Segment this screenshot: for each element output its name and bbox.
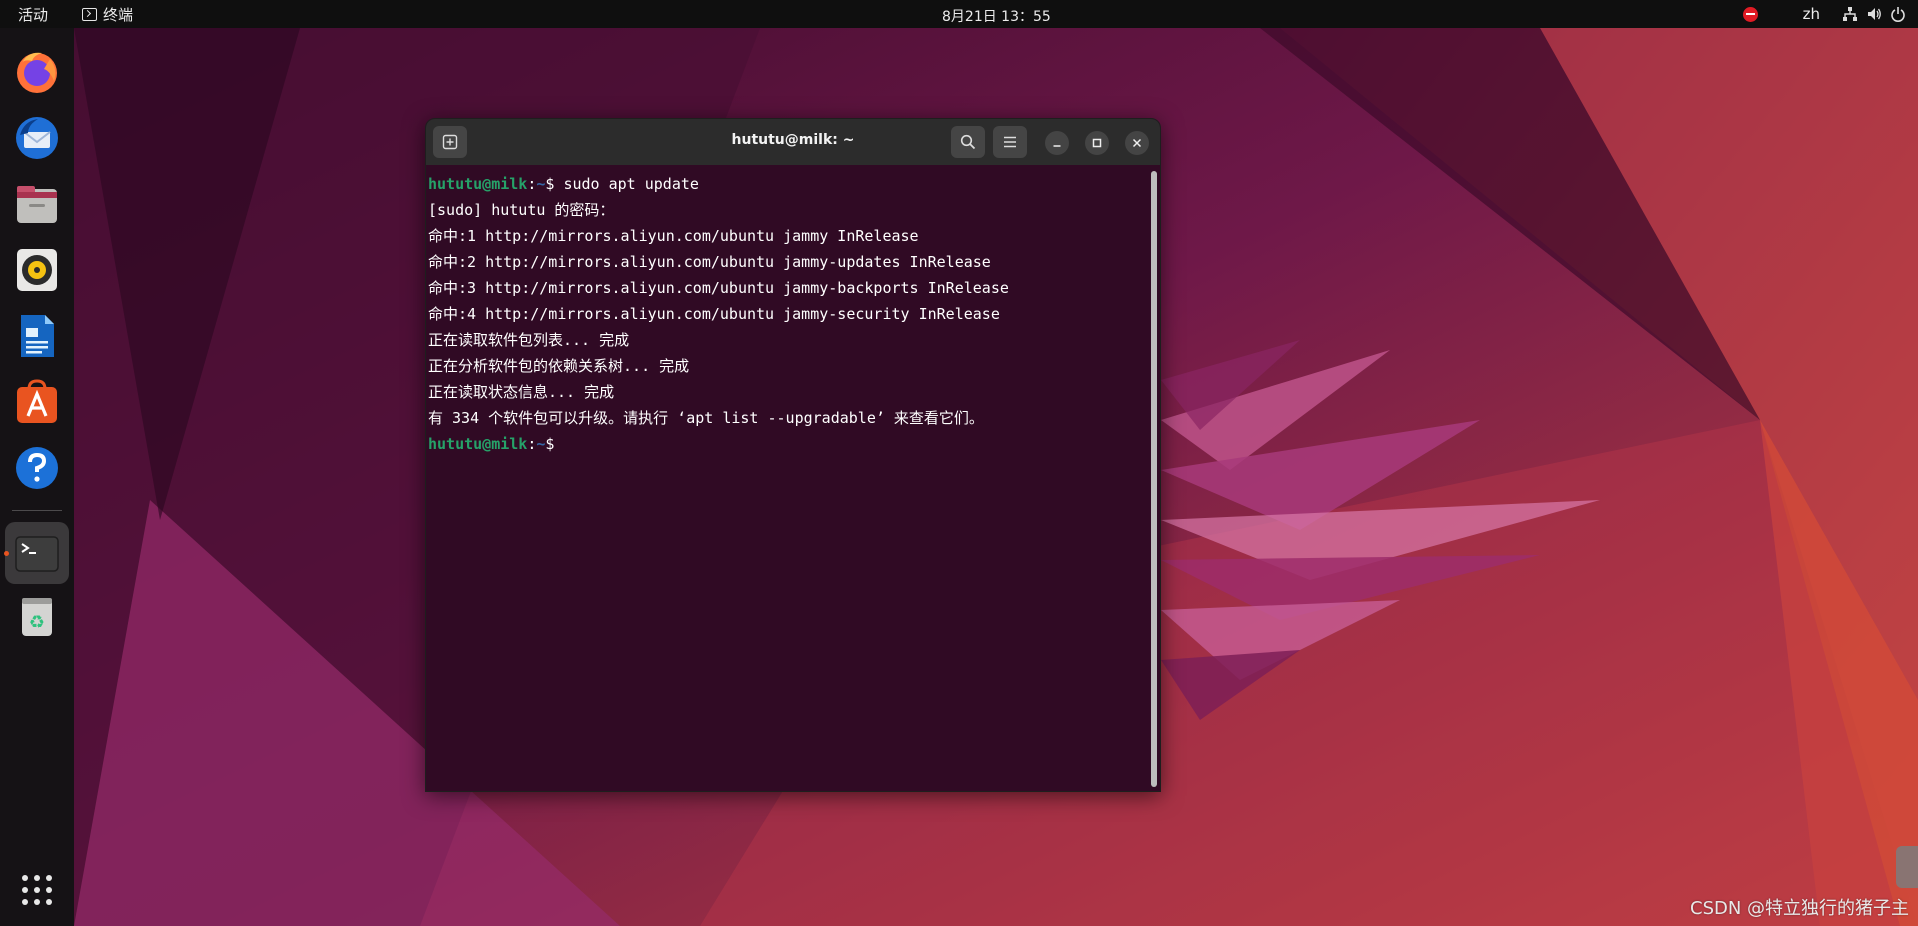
terminal-window[interactable]: hututu@milk: ~ hututu@milk:~$ sudo apt u… (425, 118, 1161, 792)
csdn-watermark: CSDN @特立独行的猪子主 (1690, 894, 1909, 920)
command-line: hututu@milk:~$ sudo apt update (428, 171, 1160, 197)
rhythmbox-icon (17, 249, 57, 291)
current-prompt-line[interactable]: hututu@milk:~$ (428, 431, 1160, 457)
app-grid-icon (22, 875, 52, 905)
watermark-tail: 主 (1891, 898, 1910, 919)
writer-icon (21, 315, 54, 357)
floating-widget[interactable] (1896, 846, 1918, 888)
maximize-button[interactable] (1085, 131, 1109, 155)
files-icon (17, 186, 57, 223)
terminal-titlebar[interactable]: hututu@milk: ~ (426, 119, 1160, 165)
close-icon (1132, 138, 1142, 148)
volume-icon[interactable] (1866, 0, 1882, 28)
minimize-button[interactable] (1045, 131, 1069, 155)
prompt-user: hututu@milk (428, 175, 528, 193)
output-line: 正在读取状态信息... 完成 (428, 383, 615, 401)
search-button[interactable] (951, 126, 985, 158)
input-method-indicator[interactable]: zh (1803, 0, 1820, 28)
output-line: 命中:4 http://mirrors.aliyun.com/ubuntu ja… (428, 305, 1000, 323)
dock-item-rhythmbox[interactable] (13, 246, 61, 294)
show-apps-button[interactable] (13, 866, 61, 914)
terminal-icon (82, 8, 97, 21)
app-menu-label: 终端 (103, 6, 134, 24)
output-line: 正在分析软件包的依赖关系树... 完成 (428, 357, 690, 375)
minimize-icon (1053, 145, 1061, 147)
power-icon[interactable] (1890, 0, 1906, 28)
network-icon[interactable] (1842, 0, 1858, 28)
trash-icon: ♻ (22, 598, 52, 636)
dock-item-help[interactable] (13, 444, 61, 492)
output-line: 命中:1 http://mirrors.aliyun.com/ubuntu ja… (428, 227, 919, 245)
prompt-user: hututu@milk (428, 435, 528, 453)
dock: ♻ (0, 28, 74, 926)
watermark-text: CSDN @特立独行的猪子 (1690, 898, 1892, 919)
top-panel: 活动 终端 8月21日 13：55 zh (0, 0, 1918, 28)
close-button[interactable] (1125, 131, 1149, 155)
dock-item-trash[interactable]: ♻ (13, 592, 61, 640)
terminal-icon (15, 536, 59, 572)
help-icon (16, 447, 58, 489)
terminal-scrollbar[interactable] (1151, 171, 1157, 787)
software-center-icon (17, 379, 57, 423)
menu-button[interactable] (993, 126, 1027, 158)
firefox-icon (17, 52, 57, 93)
output-line: 命中:2 http://mirrors.aliyun.com/ubuntu ja… (428, 253, 991, 271)
dock-separator (12, 510, 62, 511)
prompt-symbol: $ (545, 435, 555, 453)
maximize-icon (1092, 138, 1102, 148)
svg-text:♻: ♻ (29, 612, 45, 633)
output-line: [sudo] hututu 的密码： (428, 201, 615, 219)
dock-item-files[interactable] (13, 180, 61, 228)
dock-item-writer[interactable] (13, 312, 61, 360)
thunderbird-icon (16, 117, 58, 159)
search-icon (960, 134, 976, 150)
do-not-disturb-icon[interactable] (1743, 0, 1758, 28)
output-line: 命中:3 http://mirrors.aliyun.com/ubuntu ja… (428, 279, 1009, 297)
hamburger-menu-icon (1004, 136, 1016, 148)
clock[interactable]: 8月21日 13：55 (942, 6, 1051, 26)
output-line: 有 334 个软件包可以升级。请执行 ‘apt list --upgradabl… (428, 409, 984, 427)
app-menu[interactable]: 终端 (82, 4, 133, 25)
output-line: 正在读取软件包列表... 完成 (428, 331, 630, 349)
dock-item-thunderbird[interactable] (13, 114, 61, 162)
activities-button[interactable]: 活动 (18, 4, 48, 25)
running-indicator (4, 551, 9, 556)
command-text: sudo apt update (554, 175, 699, 193)
dock-item-software[interactable] (13, 378, 61, 426)
dock-item-firefox[interactable] (13, 48, 61, 96)
dock-item-terminal[interactable] (13, 530, 61, 578)
terminal-content[interactable]: hututu@milk:~$ sudo apt update [sudo] hu… (426, 165, 1160, 791)
